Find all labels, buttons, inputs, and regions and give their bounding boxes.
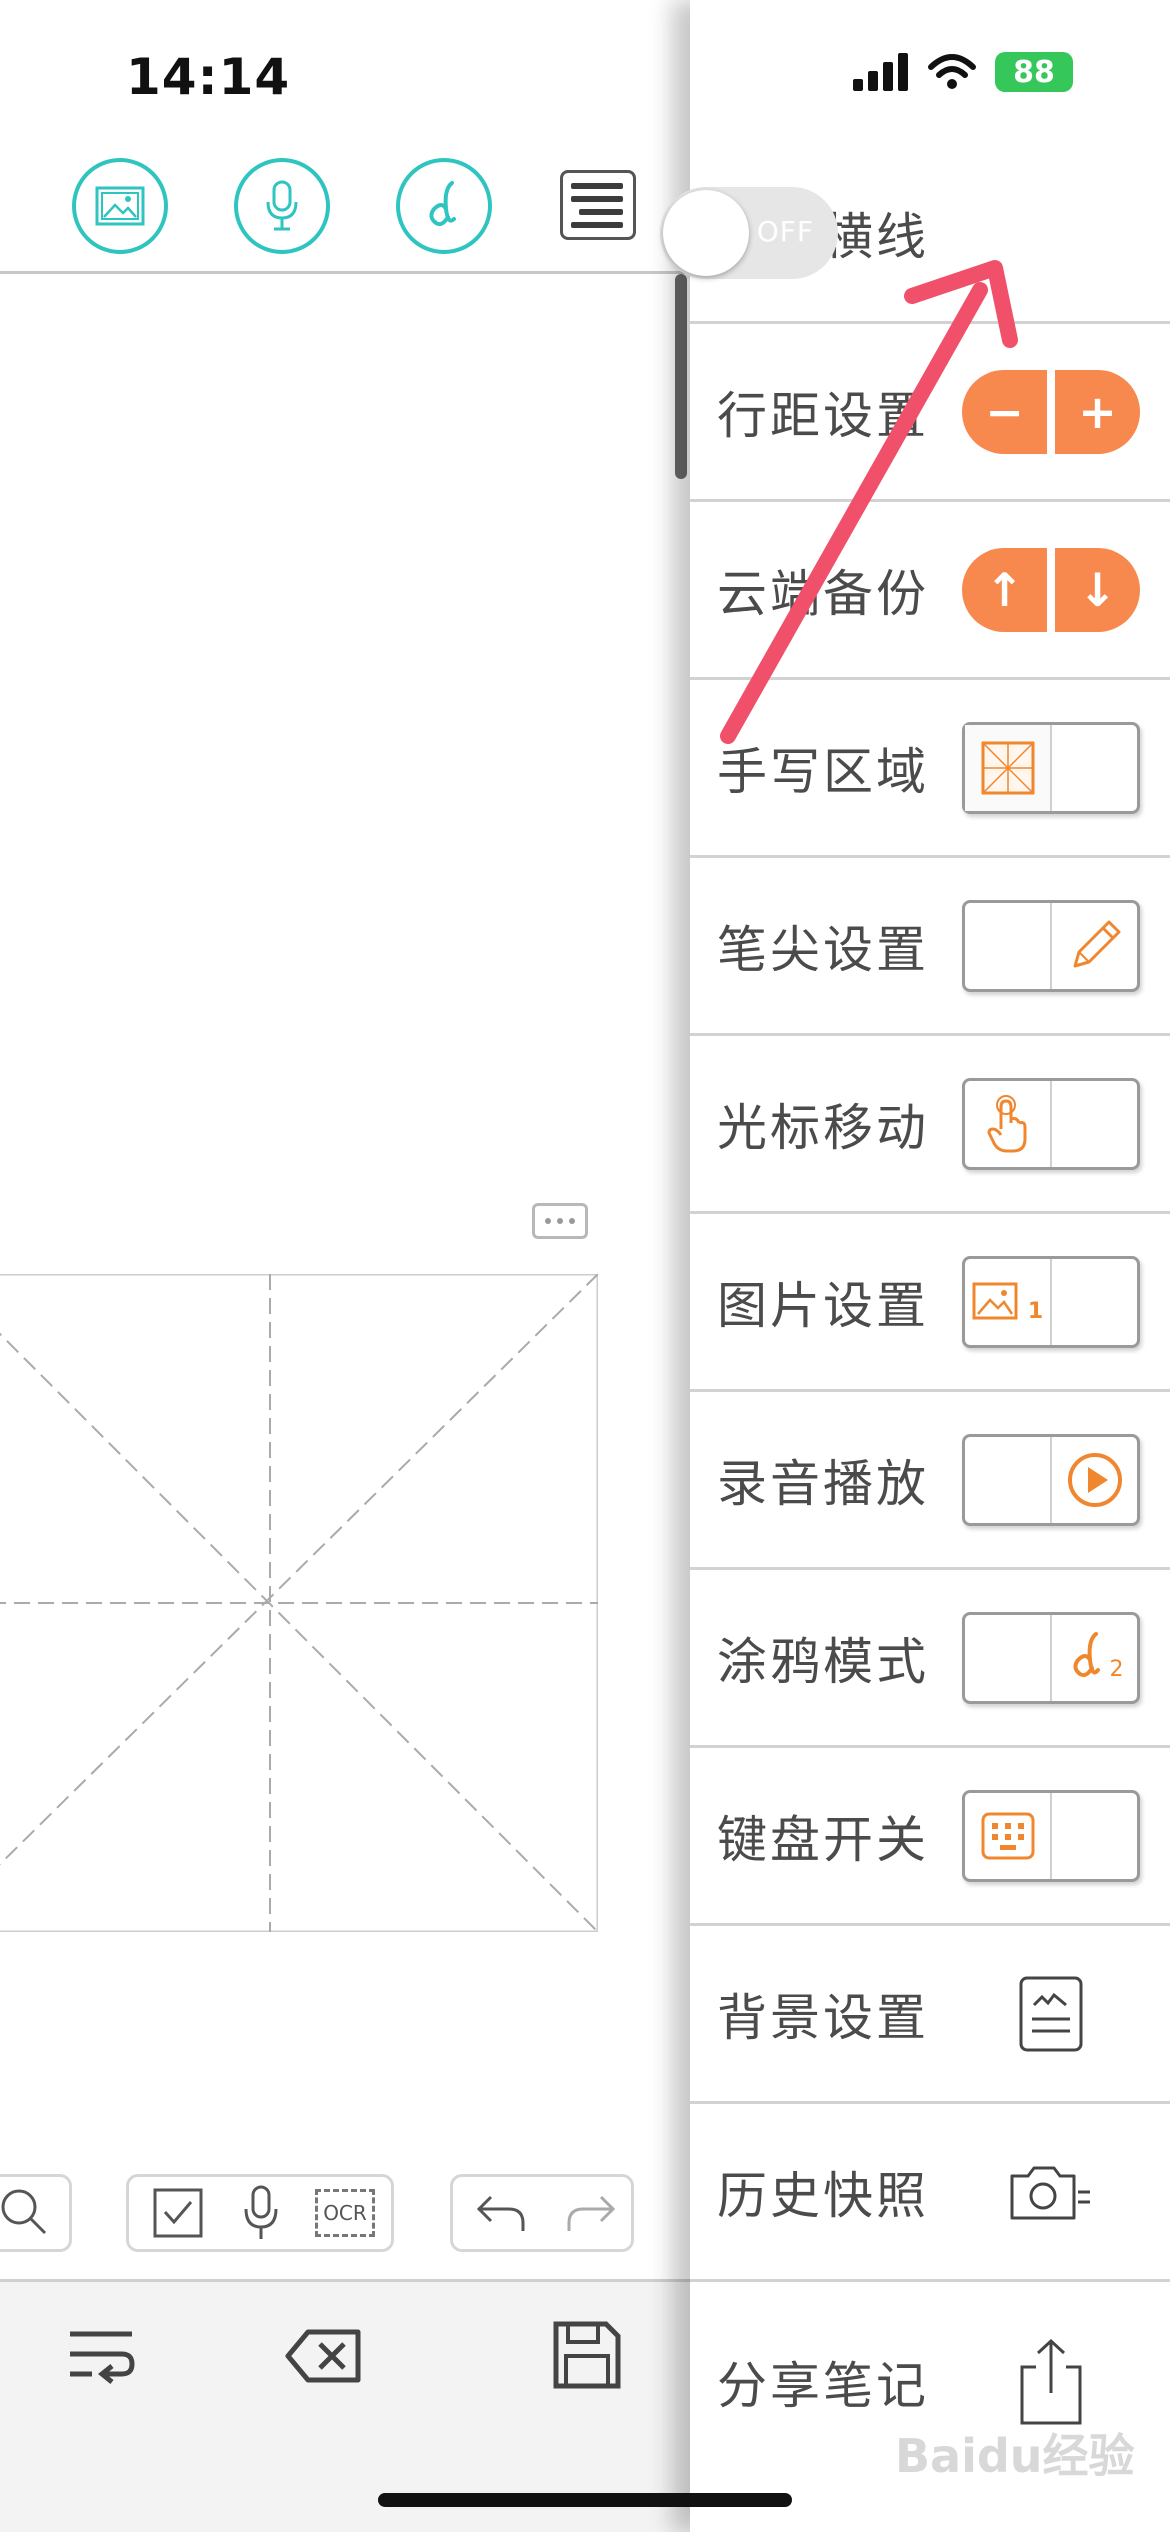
doodle-icon [1072, 1631, 1100, 1677]
keyboard-icon [981, 1812, 1034, 1859]
share-icon [1020, 2338, 1082, 2425]
doodle-mode-number: 2 [1109, 1657, 1124, 1682]
setting-row-cloud-backup: 云端备份 ↑ ↓ [690, 502, 1170, 680]
setting-label: 手写区域 [717, 742, 929, 801]
setting-row-background[interactable]: 背景设置 [690, 1926, 1170, 2104]
camera-icon [1010, 2166, 1090, 2219]
checkbox-icon[interactable] [151, 2186, 205, 2240]
pen-tip-switch[interactable] [962, 899, 1140, 992]
image-icon [972, 1282, 1018, 1319]
toggle-off-text: OFF [756, 214, 814, 248]
setting-row-doodle-mode: 涂鸦模式 2 [690, 1570, 1170, 1748]
hand-pointer-icon [987, 1094, 1026, 1152]
setting-label: 光标移动 [717, 1098, 929, 1157]
line-wrap-icon[interactable] [66, 2326, 138, 2386]
toggle-knob [663, 189, 749, 276]
setting-row-divider-line: 分隔横线 OFF [660, 144, 1170, 324]
more-options-button[interactable] [532, 1203, 588, 1239]
scrollbar[interactable] [675, 274, 687, 479]
image-setting-number: 1 [1027, 1299, 1044, 1324]
record-voice-button[interactable] [234, 158, 330, 254]
home-indicator [378, 2493, 792, 2507]
upload-backup-button[interactable]: ↑ [962, 547, 1047, 632]
undo-redo-group [450, 2174, 634, 2252]
menu-button[interactable] [560, 170, 636, 240]
setting-label: 键盘开关 [717, 1810, 929, 1869]
backspace-icon[interactable] [284, 2326, 364, 2386]
image-icon [95, 186, 145, 226]
play-icon [1067, 1452, 1122, 1507]
grid-icon [981, 741, 1034, 794]
setting-row-keyboard: 键盘开关 [690, 1748, 1170, 1926]
divider-line-toggle[interactable]: OFF [660, 186, 838, 279]
download-backup-button[interactable]: ↓ [1055, 547, 1140, 632]
search-group [0, 2174, 72, 2252]
pencil-icon [1073, 920, 1120, 967]
handwriting-button[interactable] [396, 158, 492, 254]
watermark: Baidu经验 [895, 2429, 1135, 2483]
setting-row-image: 图片设置 1 [690, 1214, 1170, 1392]
settings-panel: 88 分隔横线 OFF 行距设置 − + 云端备份 ↑ ↓ 手写区域 [660, 0, 1170, 2532]
microphone-icon[interactable] [241, 2183, 281, 2243]
increase-spacing-button[interactable]: + [1055, 369, 1140, 454]
setting-row-history-snapshot[interactable]: 历史快照 [690, 2104, 1170, 2282]
setting-label: 行距设置 [717, 386, 929, 445]
undo-icon[interactable] [475, 2189, 531, 2239]
menu-icon [571, 182, 623, 189]
share-note-button[interactable] [996, 2336, 1106, 2428]
editor-pane: 14:14 OCR [0, 0, 690, 2532]
keyboard-switch[interactable] [962, 1789, 1140, 1882]
battery-level: 88 [1013, 54, 1055, 90]
save-icon[interactable] [552, 2320, 622, 2390]
setting-row-line-spacing: 行距设置 − + [690, 324, 1170, 502]
toolbar-divider [0, 271, 690, 274]
handwriting-grid[interactable] [0, 1274, 598, 1932]
background-icon [1019, 1976, 1083, 2051]
background-settings-button[interactable] [996, 1968, 1106, 2060]
cursor-move-switch[interactable] [962, 1077, 1140, 1170]
search-icon[interactable] [0, 2183, 57, 2243]
doodle-mode-switch[interactable]: 2 [962, 1611, 1140, 1704]
wifi-icon [928, 54, 976, 89]
decrease-spacing-button[interactable]: − [962, 369, 1047, 454]
line-spacing-stepper: − + [962, 369, 1140, 454]
cloud-backup-controls: ↑ ↓ [962, 547, 1140, 632]
setting-label: 云端备份 [717, 564, 929, 623]
setting-row-recording-playback: 录音播放 [690, 1392, 1170, 1570]
setting-label: 背景设置 [717, 1988, 929, 2047]
status-icons: 88 [853, 52, 1073, 92]
insert-image-button[interactable] [72, 158, 168, 254]
setting-label: 涂鸦模式 [717, 1632, 929, 1691]
setting-label: 历史快照 [717, 2166, 929, 2225]
image-settings-switch[interactable]: 1 [962, 1255, 1140, 1348]
handwriting-icon [429, 181, 456, 227]
setting-row-cursor-move: 光标移动 [690, 1036, 1170, 1214]
setting-row-handwriting-area: 手写区域 [690, 680, 1170, 858]
setting-label: 笔尖设置 [717, 920, 929, 979]
recording-playback-switch[interactable] [962, 1433, 1140, 1526]
battery-indicator: 88 [995, 52, 1073, 92]
ocr-label: OCR [323, 2201, 367, 2225]
setting-row-pen-tip: 笔尖设置 [690, 858, 1170, 1036]
handwriting-area-switch[interactable] [962, 721, 1140, 814]
redo-icon[interactable] [561, 2189, 617, 2239]
status-time: 14:14 [126, 48, 291, 106]
setting-label: 录音播放 [717, 1454, 929, 1513]
check-voice-ocr-group: OCR [126, 2174, 394, 2252]
setting-label: 分享笔记 [717, 2357, 929, 2415]
setting-label: 图片设置 [717, 1276, 929, 1335]
history-snapshot-button[interactable] [996, 2146, 1106, 2238]
microphone-icon [266, 180, 298, 231]
ocr-button[interactable]: OCR [315, 2189, 375, 2237]
signal-icon [853, 53, 908, 91]
